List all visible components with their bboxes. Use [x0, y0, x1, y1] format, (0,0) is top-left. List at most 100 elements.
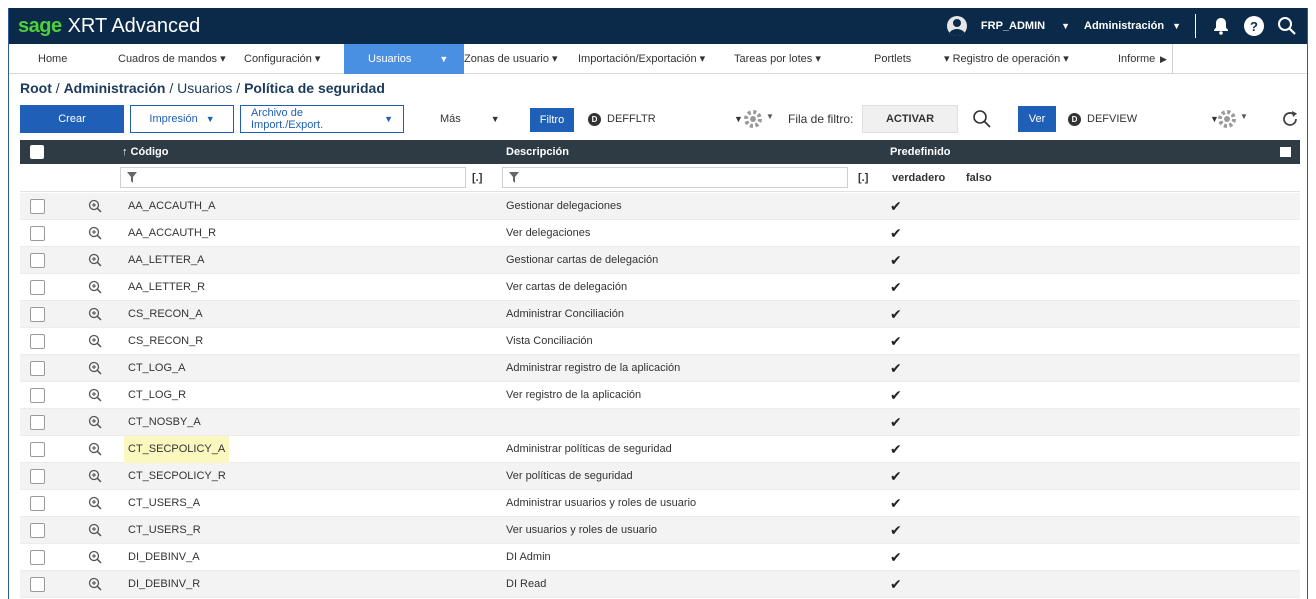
more-button[interactable]: Más ▼	[440, 105, 520, 133]
column-chooser-icon[interactable]	[1280, 147, 1291, 157]
menu-zonas[interactable]: Zonas de usuario ▾	[464, 44, 558, 74]
menu-registro[interactable]: ▾ Registro de operación ▾	[944, 44, 1069, 74]
table-row[interactable]: AA_ACCAUTH_R Ver delegaciones ✔	[20, 220, 1300, 247]
row-checkbox[interactable]	[30, 226, 45, 241]
zoom-in-icon[interactable]	[88, 523, 102, 537]
row-checkbox[interactable]	[30, 199, 45, 214]
row-checkbox[interactable]	[30, 442, 45, 457]
app-logo[interactable]: sage XRT Advanced	[18, 15, 200, 38]
table-row[interactable]: CT_LOG_A Administrar registro de la aplic…	[20, 355, 1300, 382]
menu-portlets[interactable]: Portlets	[874, 44, 911, 74]
table-row[interactable]: AA_ACCAUTH_A Gestionar delegaciones ✔	[20, 193, 1300, 220]
breadcrumb-admin[interactable]: Administración	[64, 80, 166, 96]
default-filter-true[interactable]: verdadero	[892, 164, 945, 192]
zoom-in-icon[interactable]	[88, 334, 102, 348]
gear-caret-icon[interactable]: ▼	[766, 112, 774, 121]
help-icon[interactable]: ?	[1244, 16, 1264, 36]
row-checkbox[interactable]	[30, 307, 45, 322]
menu-importacion[interactable]: Importación/Exportación ▾	[578, 44, 705, 74]
table-row[interactable]: CT_LOG_R Ver registro de la aplicación ✔	[20, 382, 1300, 409]
column-header-code[interactable]: ↑ Código	[122, 140, 168, 164]
breadcrumb-usuarios[interactable]: Usuarios	[177, 80, 232, 96]
menu-cuadros[interactable]: Cuadros de mandos ▾	[118, 44, 226, 74]
create-button[interactable]: Crear	[20, 105, 124, 133]
cell-code[interactable]: DI_DEBINV_R	[124, 571, 204, 598]
zoom-in-icon[interactable]	[88, 388, 102, 402]
user-name[interactable]: FRP_ADMIN	[981, 20, 1045, 32]
user-caret-icon[interactable]: ▼	[1061, 21, 1070, 31]
code-filter-input[interactable]	[120, 167, 466, 188]
table-row[interactable]: CT_NOSBY_A ✔	[20, 409, 1300, 436]
search-icon[interactable]	[1274, 13, 1300, 39]
table-row[interactable]: CS_RECON_R Vista Conciliación ✔	[20, 328, 1300, 355]
import-export-button[interactable]: Archivo de Import./Export. ▼	[240, 105, 404, 133]
row-checkbox[interactable]	[30, 523, 45, 538]
row-checkbox[interactable]	[30, 550, 45, 565]
table-row[interactable]: CT_SECPOLICY_R Ver políticas de seguridad…	[20, 463, 1300, 490]
row-checkbox[interactable]	[30, 361, 45, 376]
table-row[interactable]: CT_USERS_R Ver usuarios y roles de usuari…	[20, 517, 1300, 544]
zoom-in-icon[interactable]	[88, 469, 102, 483]
row-checkbox[interactable]	[30, 280, 45, 295]
filter-settings-gear-icon[interactable]	[740, 106, 766, 132]
cell-code[interactable]: AA_ACCAUTH_R	[124, 220, 220, 247]
row-checkbox[interactable]	[30, 469, 45, 484]
row-checkbox[interactable]	[30, 334, 45, 349]
menu-tareas[interactable]: Tareas por lotes ▾	[734, 44, 821, 74]
filter-button[interactable]: Filtro	[530, 108, 574, 132]
description-filter-mode[interactable]: [.]	[858, 164, 868, 192]
table-row[interactable]: AA_LETTER_R Ver cartas de delegación ✔	[20, 274, 1300, 301]
refresh-icon[interactable]	[1276, 105, 1304, 133]
bell-icon[interactable]	[1208, 13, 1234, 39]
cell-code[interactable]: CT_SECPOLICY_R	[124, 463, 230, 490]
row-checkbox[interactable]	[30, 577, 45, 592]
activate-filter-row-button[interactable]: ACTIVAR	[862, 105, 958, 133]
menu-configuracion[interactable]: Configuración ▾	[244, 44, 320, 74]
view-selector[interactable]: D DEFVIEW ▼	[1068, 105, 1219, 133]
menu-usuarios[interactable]: Usuarios ▼	[344, 44, 464, 74]
role-selector[interactable]: Administración	[1084, 20, 1164, 32]
table-row[interactable]: CS_RECON_A Administrar Conciliación ✔	[20, 301, 1300, 328]
view-settings-gear-icon[interactable]	[1214, 106, 1240, 132]
cell-code[interactable]: AA_LETTER_A	[124, 247, 208, 274]
table-row[interactable]: DI_DEBINV_R DI Read ✔	[20, 571, 1300, 598]
user-avatar-icon[interactable]	[946, 16, 967, 36]
column-header-description[interactable]: Descripción	[506, 140, 569, 164]
zoom-in-icon[interactable]	[88, 442, 102, 456]
print-button[interactable]: Impresión ▼	[130, 105, 234, 133]
table-row[interactable]: AA_LETTER_A Gestionar cartas de delegació…	[20, 247, 1300, 274]
view-button[interactable]: Ver	[1018, 106, 1056, 132]
select-all-checkbox[interactable]	[30, 145, 44, 159]
cell-code[interactable]: CT_NOSBY_A	[124, 409, 205, 436]
menu-home[interactable]: Home	[38, 44, 67, 74]
zoom-in-icon[interactable]	[88, 226, 102, 240]
zoom-in-icon[interactable]	[88, 199, 102, 213]
row-checkbox[interactable]	[30, 253, 45, 268]
table-row[interactable]: DI_DEBINV_A DI Admin ✔	[20, 544, 1300, 571]
role-caret-icon[interactable]: ▼	[1172, 21, 1181, 31]
row-checkbox[interactable]	[30, 496, 45, 511]
cell-code[interactable]: CT_LOG_R	[124, 382, 190, 409]
menu-scroll-right-icon[interactable]: ▶	[1160, 44, 1167, 74]
zoom-in-icon[interactable]	[88, 415, 102, 429]
row-checkbox[interactable]	[30, 415, 45, 430]
zoom-in-icon[interactable]	[88, 550, 102, 564]
default-filter-false[interactable]: falso	[966, 164, 992, 192]
cell-code[interactable]: AA_LETTER_R	[124, 274, 209, 301]
search-icon[interactable]	[968, 105, 996, 133]
cell-code[interactable]: DI_DEBINV_A	[124, 544, 204, 571]
zoom-in-icon[interactable]	[88, 496, 102, 510]
table-row[interactable]: CT_SECPOLICY_A Administrar políticas de s…	[20, 436, 1300, 463]
gear-caret-icon[interactable]: ▼	[1240, 112, 1248, 121]
column-header-default[interactable]: Predefinido	[890, 140, 951, 164]
zoom-in-icon[interactable]	[88, 307, 102, 321]
zoom-in-icon[interactable]	[88, 253, 102, 267]
cell-code[interactable]: CT_LOG_A	[124, 355, 189, 382]
filter-selector[interactable]: D DEFFLTR ▼	[588, 105, 743, 133]
cell-code[interactable]: CS_RECON_A	[124, 301, 207, 328]
description-filter-input[interactable]	[502, 167, 848, 188]
row-checkbox[interactable]	[30, 388, 45, 403]
code-filter-mode[interactable]: [.]	[472, 164, 482, 192]
cell-code[interactable]: CT_SECPOLICY_A	[124, 436, 230, 463]
breadcrumb-root[interactable]: Root	[20, 80, 52, 96]
